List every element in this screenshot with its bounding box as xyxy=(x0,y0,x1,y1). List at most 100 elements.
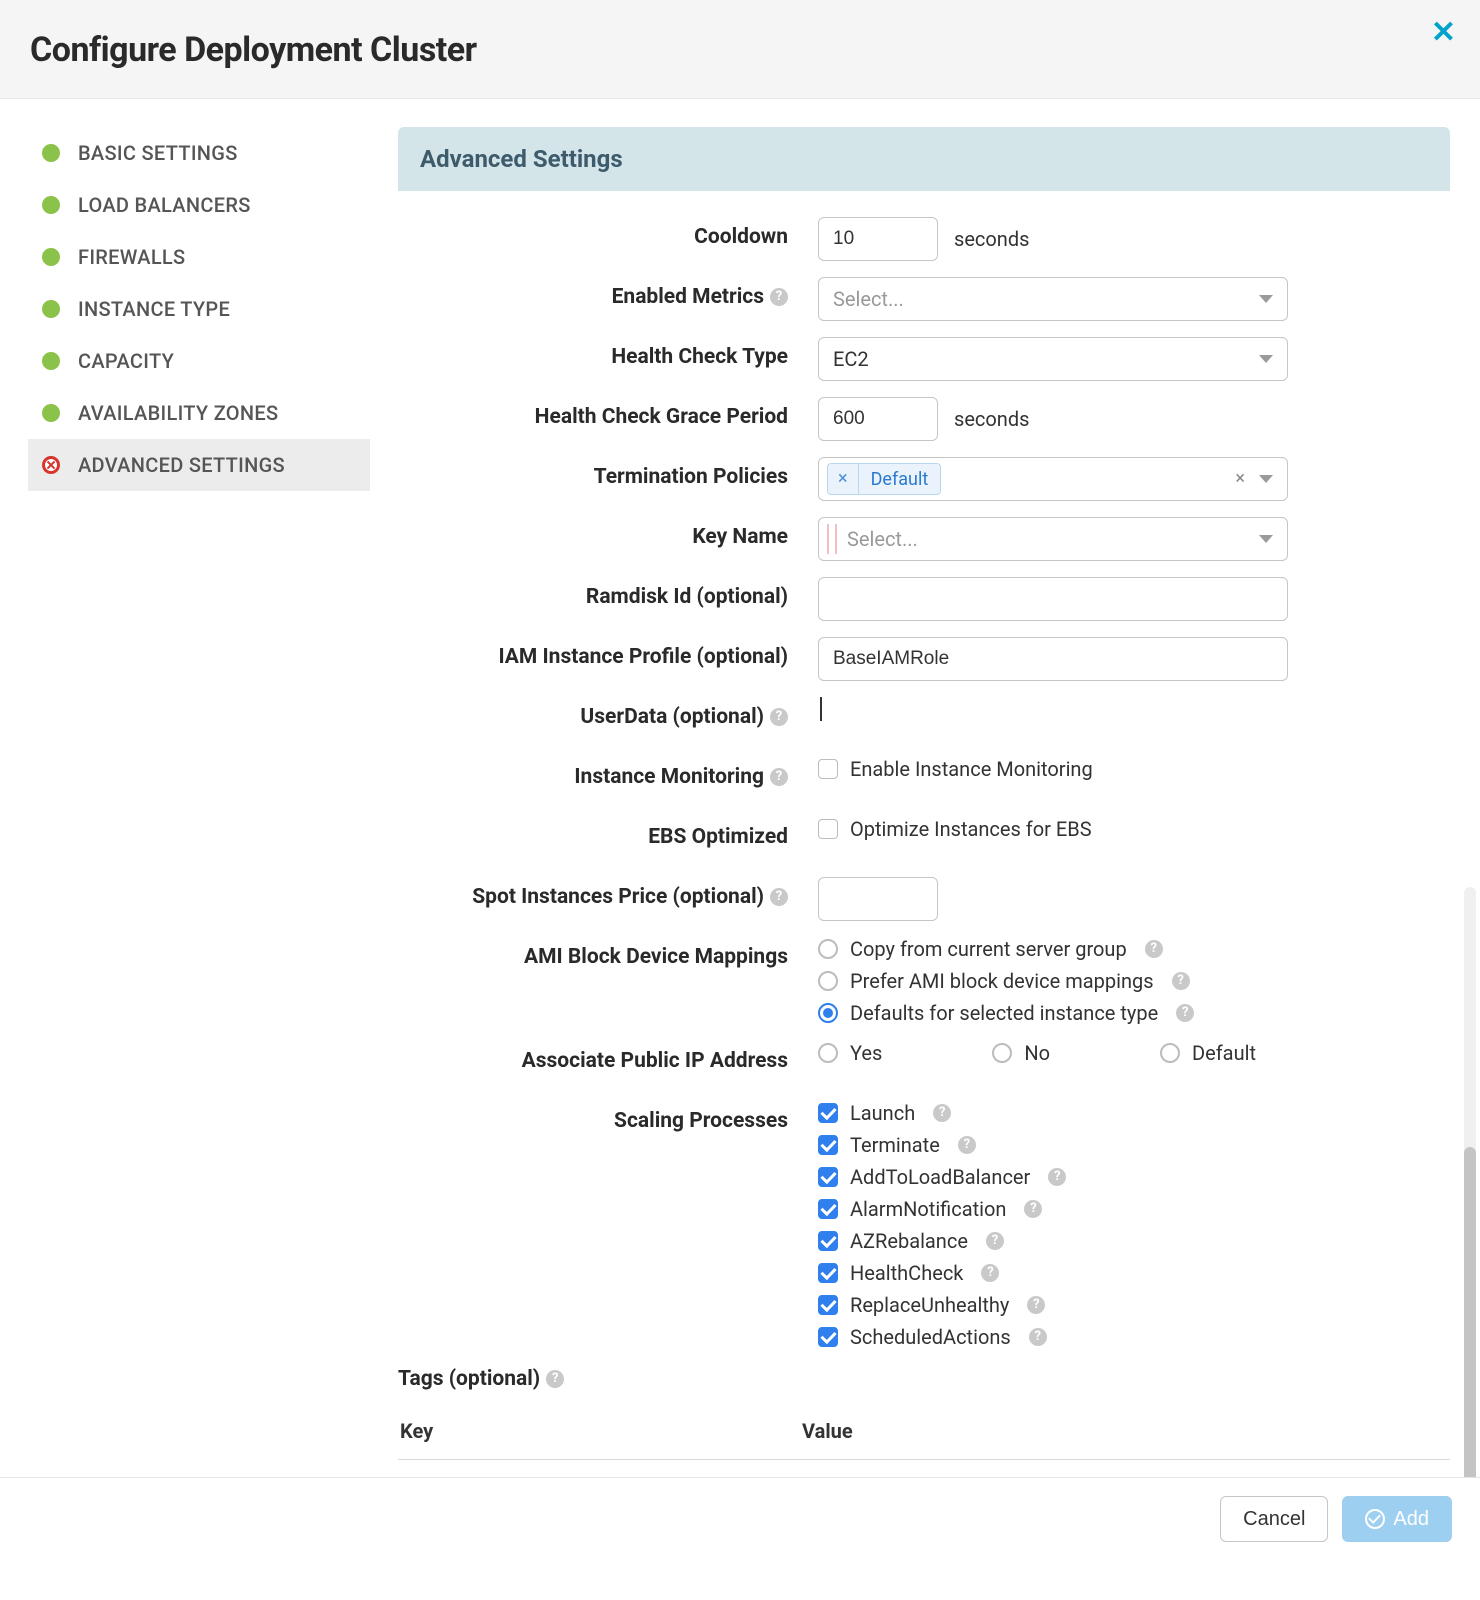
ami-block-radio-1[interactable] xyxy=(818,971,838,991)
sidebar-item-label: CAPACITY xyxy=(78,349,174,373)
public-ip-radio-no[interactable] xyxy=(992,1043,1012,1063)
iam-profile-input[interactable] xyxy=(818,637,1288,681)
close-icon[interactable]: ✕ xyxy=(1431,18,1456,48)
help-icon[interactable]: ? xyxy=(1172,972,1190,990)
text-cursor xyxy=(820,697,822,721)
status-dot-icon xyxy=(42,144,60,162)
page-title: Configure Deployment Cluster xyxy=(30,30,1450,70)
check-circle-icon xyxy=(1365,1509,1385,1529)
public-ip-radio-default[interactable] xyxy=(1160,1043,1180,1063)
section-heading: Advanced Settings xyxy=(398,127,1450,191)
chevron-down-icon xyxy=(1259,295,1273,303)
public-ip-label: Associate Public IP Address xyxy=(398,1041,818,1073)
sidebar-item-capacity[interactable]: CAPACITY xyxy=(28,335,370,387)
scaling-checkbox-addtoloadbalancer[interactable] xyxy=(818,1167,838,1187)
ebs-optimized-checkbox-label: Optimize Instances for EBS xyxy=(850,817,1092,841)
help-icon[interactable]: ? xyxy=(1176,1004,1194,1022)
cooldown-suffix: seconds xyxy=(954,227,1029,251)
help-icon[interactable]: ? xyxy=(1024,1200,1042,1218)
cooldown-label: Cooldown xyxy=(398,217,818,249)
instance-monitoring-label: Instance Monitoring? xyxy=(398,757,818,789)
help-icon[interactable]: ? xyxy=(1029,1328,1047,1346)
scaling-checkbox-alarmnotification[interactable] xyxy=(818,1199,838,1219)
scaling-processes-label: Scaling Processes xyxy=(398,1101,818,1133)
help-icon[interactable]: ? xyxy=(770,708,788,726)
scrollbar-thumb[interactable] xyxy=(1464,1147,1476,1507)
iam-profile-label: IAM Instance Profile (optional) xyxy=(398,637,818,669)
sidebar-item-firewalls[interactable]: FIREWALLS xyxy=(28,231,370,283)
status-dot-icon xyxy=(42,196,60,214)
tags-col-key: Key xyxy=(400,1409,800,1457)
clear-icon[interactable]: × xyxy=(1235,470,1245,488)
status-dot-icon xyxy=(42,300,60,318)
userdata-label: UserData (optional)? xyxy=(398,697,818,729)
tags-col-value: Value xyxy=(802,1409,1448,1457)
scaling-checkbox-azrebalance[interactable] xyxy=(818,1231,838,1251)
sidebar-item-basic-settings[interactable]: BASIC SETTINGS xyxy=(28,127,370,179)
sidebar-item-label: ADVANCED SETTINGS xyxy=(78,453,285,477)
grace-suffix: seconds xyxy=(954,407,1029,431)
modal-footer: Cancel Add xyxy=(0,1477,1480,1560)
chevron-down-icon xyxy=(1259,535,1273,543)
sidebar-item-advanced-settings[interactable]: ADVANCED SETTINGS xyxy=(28,439,370,491)
sidebar-item-availability-zones[interactable]: AVAILABILITY ZONES xyxy=(28,387,370,439)
scaling-checkbox-replaceunhealthy[interactable] xyxy=(818,1295,838,1315)
help-icon[interactable]: ? xyxy=(1145,940,1163,958)
key-name-select[interactable]: Select... xyxy=(818,517,1288,561)
health-check-type-label: Health Check Type xyxy=(398,337,818,369)
sidebar-item-label: AVAILABILITY ZONES xyxy=(78,401,278,425)
key-name-label: Key Name xyxy=(398,517,818,549)
tags-table: Key Value xyxy=(398,1407,1450,1460)
help-icon[interactable]: ? xyxy=(986,1232,1004,1250)
status-dot-icon xyxy=(42,352,60,370)
policy-token[interactable]: × Default xyxy=(827,463,941,495)
termination-policies-select[interactable]: × Default × xyxy=(818,457,1288,501)
spot-price-input[interactable] xyxy=(818,877,938,921)
sidebar-item-instance-type[interactable]: INSTANCE TYPE xyxy=(28,283,370,335)
error-dot-icon xyxy=(42,456,60,474)
help-icon[interactable]: ? xyxy=(933,1104,951,1122)
ebs-optimized-checkbox[interactable] xyxy=(818,819,838,839)
help-icon[interactable]: ? xyxy=(770,288,788,306)
spot-price-label: Spot Instances Price (optional)? xyxy=(398,877,818,909)
help-icon[interactable]: ? xyxy=(770,888,788,906)
ramdisk-id-input[interactable] xyxy=(818,577,1288,621)
scaling-checkbox-healthcheck[interactable] xyxy=(818,1263,838,1283)
ebs-optimized-label: EBS Optimized xyxy=(398,817,818,849)
help-icon[interactable]: ? xyxy=(770,768,788,786)
scaling-checkbox-scheduledactions[interactable] xyxy=(818,1327,838,1347)
modal-header: Configure Deployment Cluster ✕ xyxy=(0,0,1480,99)
help-icon[interactable]: ? xyxy=(981,1264,999,1282)
status-dot-icon xyxy=(42,248,60,266)
ami-block-radio-2[interactable] xyxy=(818,1003,838,1023)
sidebar-item-label: INSTANCE TYPE xyxy=(78,297,230,321)
health-check-type-select[interactable]: EC2 xyxy=(818,337,1288,381)
scaling-checkbox-launch[interactable] xyxy=(818,1103,838,1123)
help-icon[interactable]: ? xyxy=(546,1370,564,1388)
public-ip-radio-yes[interactable] xyxy=(818,1043,838,1063)
help-icon[interactable]: ? xyxy=(1027,1296,1045,1314)
cooldown-input[interactable] xyxy=(818,217,938,261)
scaling-checkbox-terminate[interactable] xyxy=(818,1135,838,1155)
wizard-sidebar: BASIC SETTINGS LOAD BALANCERS FIREWALLS … xyxy=(0,127,370,1460)
enabled-metrics-label: Enabled Metrics? xyxy=(398,277,818,309)
cancel-button[interactable]: Cancel xyxy=(1220,1496,1328,1542)
sidebar-item-label: BASIC SETTINGS xyxy=(78,141,238,165)
instance-monitoring-checkbox[interactable] xyxy=(818,759,838,779)
status-dot-icon xyxy=(42,404,60,422)
help-icon[interactable]: ? xyxy=(1048,1168,1066,1186)
help-icon[interactable]: ? xyxy=(958,1136,976,1154)
scrollbar[interactable] xyxy=(1464,887,1476,1507)
health-check-grace-label: Health Check Grace Period xyxy=(398,397,818,429)
ami-block-radio-0[interactable] xyxy=(818,939,838,959)
userdata-input[interactable] xyxy=(818,697,1288,721)
termination-policies-label: Termination Policies xyxy=(398,457,818,489)
sidebar-item-label: FIREWALLS xyxy=(78,245,185,269)
add-button[interactable]: Add xyxy=(1342,1496,1452,1542)
health-check-grace-input[interactable] xyxy=(818,397,938,441)
enabled-metrics-select[interactable]: Select... xyxy=(818,277,1288,321)
sidebar-item-load-balancers[interactable]: LOAD BALANCERS xyxy=(28,179,370,231)
ami-block-label: AMI Block Device Mappings xyxy=(398,937,818,969)
sidebar-item-label: LOAD BALANCERS xyxy=(78,193,251,217)
remove-token-icon[interactable]: × xyxy=(828,463,859,495)
